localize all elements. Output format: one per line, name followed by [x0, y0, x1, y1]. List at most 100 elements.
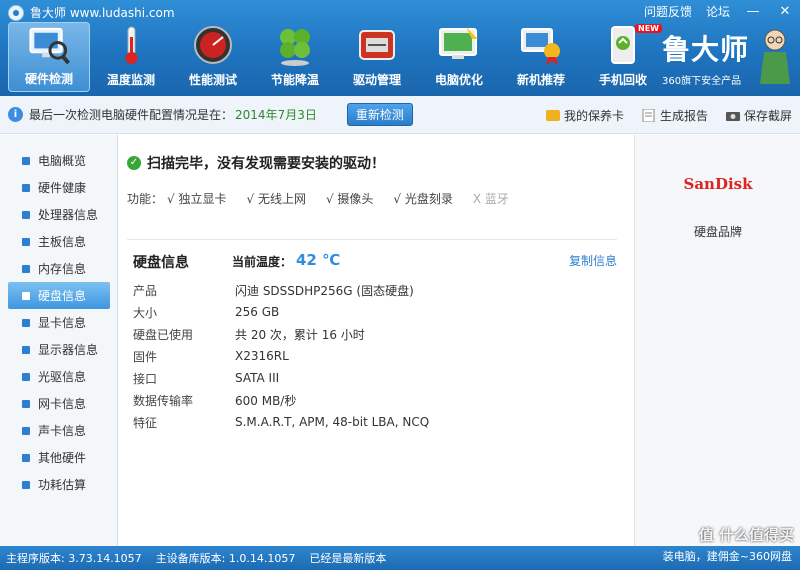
info-row: 产品 闪迪 SDSSDHP256G (固态硬盘) [133, 279, 429, 301]
redetect-button[interactable]: 重新检测 [346, 103, 413, 126]
sidebar-item-label: 光驱信息 [38, 370, 87, 384]
sidebar-item-gpu[interactable]: 显卡信息 [0, 309, 117, 336]
sidebar-item-network[interactable]: 网卡信息 [0, 390, 117, 417]
info-bar: i 最后一次检测电脑硬件配置情况是在： 2014年7月3日 重新检测 我的保养卡… [0, 96, 800, 134]
toolbar-label: 硬件检测 [24, 72, 73, 86]
sidebar-item-display[interactable]: 显示器信息 [0, 336, 117, 363]
maintenance-card-link[interactable]: 我的保养卡 [545, 107, 624, 124]
forum-link[interactable]: 论坛 [706, 3, 730, 20]
info-row: 接口 SATA III [133, 367, 429, 389]
sidebar-item-memory[interactable]: 内存信息 [0, 255, 117, 282]
sidebar-item-label: 内存信息 [38, 262, 87, 276]
main-panel: ✓ 扫描完毕，没有发现需要安装的驱动！ 功能： √ 独立显卡 √ 无线上网 √ … [119, 135, 633, 546]
sidebar-item-disk[interactable]: 硬盘信息 [8, 282, 110, 309]
info-row: 硬盘已使用 共 20 次，累计 16 小时 [133, 323, 429, 345]
info-key: 数据传输率 [133, 393, 194, 408]
info-actions: 我的保养卡 生成报告 保存截屏 [545, 107, 792, 124]
info-value: 闪迪 SDSSDHP256G (固态硬盘) [235, 283, 414, 298]
sidebar-item-cpu[interactable]: 处理器信息 [0, 201, 117, 228]
bullet-icon [22, 291, 30, 300]
close-button[interactable]: ✕ [776, 4, 794, 19]
bullet-icon [22, 345, 30, 354]
monitor-magnifier-icon [29, 27, 71, 65]
sidebar-item-label: 硬盘信息 [38, 289, 87, 303]
toolbar-hardware-detect[interactable]: 硬件检测 [8, 22, 90, 92]
divider [127, 239, 617, 240]
sidebar: 电脑概览 硬件健康 处理器信息 主板信息 内存信息 硬盘信息 显卡信息 显示器信… [0, 135, 118, 546]
info-row: 数据传输率 600 MB/秒 [133, 389, 429, 411]
brand-panel: SanDisk 硬盘品牌 [634, 135, 800, 546]
report-icon [642, 109, 655, 122]
optimize-screen-icon [439, 27, 478, 59]
features-label: 功能： [127, 192, 164, 206]
feedback-link[interactable]: 问题反馈 [644, 3, 692, 20]
sidebar-item-label: 显示器信息 [38, 343, 99, 357]
thermometer-icon [125, 26, 138, 64]
bullet-icon [22, 318, 30, 327]
toolbar-temperature[interactable]: 温度监测 [90, 22, 172, 92]
temperature-label: 当前温度： [232, 255, 293, 269]
bullet-icon [22, 183, 30, 192]
toolbar-label: 手机回收 [598, 73, 647, 87]
info-text: 最后一次检测电脑硬件配置情况是在： [29, 108, 234, 122]
db-version: 主设备库版本: 1.0.14.1057 [155, 552, 296, 565]
bullet-icon [22, 156, 30, 165]
generate-report-link[interactable]: 生成报告 [642, 107, 708, 124]
save-screenshot-link[interactable]: 保存截屏 [725, 107, 792, 124]
sidebar-item-health[interactable]: 硬件健康 [0, 174, 117, 201]
brand-block: 鲁大师 360旗下安全产品 [662, 28, 792, 90]
sidebar-item-label: 电脑概览 [38, 154, 87, 168]
sidebar-item-label: 显卡信息 [38, 316, 87, 330]
info-value: S.M.A.R.T, APM, 48-bit LBA, NCQ [235, 415, 430, 429]
sidebar-item-sound[interactable]: 声卡信息 [0, 417, 117, 444]
feature-item: √ 独立显卡 [167, 192, 227, 206]
minimize-button[interactable]: — [744, 4, 762, 19]
sidebar-item-label: 网卡信息 [38, 397, 87, 411]
scan-status: ✓ 扫描完毕，没有发现需要安装的驱动！ [127, 153, 385, 173]
feature-item: √ 无线上网 [246, 192, 306, 206]
toolbar-optimize[interactable]: 电脑优化 [418, 22, 500, 92]
toolbar-label: 节能降温 [270, 73, 319, 87]
info-value: 256 GB [235, 305, 280, 319]
sidebar-item-optical[interactable]: 光驱信息 [0, 363, 117, 390]
app-title: 鲁大师 www.ludashi.com [8, 4, 175, 21]
info-icon: i [8, 107, 23, 122]
sidebar-item-overview[interactable]: 电脑概览 [0, 147, 117, 174]
toolbar-new-pc[interactable]: 新机推荐 [500, 22, 582, 92]
main-toolbar: 硬件检测 温度监测 性能测试 节能降温 驱动管理 电脑优化 新机推荐 NEW 手… [8, 22, 664, 92]
toolbar-driver[interactable]: 驱动管理 [336, 22, 418, 92]
app-logo-icon [8, 4, 24, 21]
toolbar-label: 温度监测 [106, 73, 155, 87]
info-date: 2014年7月3日 [235, 108, 317, 122]
sidebar-item-power[interactable]: 功耗估算 [0, 471, 117, 498]
info-key: 产品 [133, 283, 158, 298]
copy-info-link[interactable]: 复制信息 [569, 252, 617, 269]
mascot-icon [760, 29, 790, 84]
disk-info-table: 产品 闪迪 SDSSDHP256G (固态硬盘) 大小 256 GB 硬盘已使用 共 … [133, 279, 429, 433]
speedometer-icon [194, 26, 232, 64]
camera-icon [725, 112, 740, 121]
info-value: 600 MB/秒 [235, 393, 297, 408]
bullet-icon [22, 399, 30, 408]
action-label: 生成报告 [659, 109, 708, 123]
feature-item: √ 光盘刻录 [393, 192, 453, 206]
sidebar-item-other[interactable]: 其他硬件 [0, 444, 117, 471]
sidebar-item-label: 声卡信息 [38, 424, 87, 438]
bullet-icon [22, 210, 30, 219]
watermark: 值 什么值得买 [698, 526, 794, 544]
toolbar-phone-recycle[interactable]: NEW 手机回收 [582, 22, 664, 92]
sidebar-item-motherboard[interactable]: 主板信息 [0, 228, 117, 255]
app-title-text: 鲁大师 www.ludashi.com [30, 6, 175, 20]
sandisk-logo: SanDisk [683, 175, 753, 193]
toolbar-label: 驱动管理 [352, 73, 401, 87]
toolbar-energy[interactable]: 节能降温 [254, 22, 336, 92]
bullet-icon [22, 426, 30, 435]
toolbar-label: 电脑优化 [434, 73, 483, 87]
feature-item-disabled: X 蓝牙 [472, 192, 509, 206]
brand-name: 鲁大师 [662, 33, 750, 66]
sidebar-item-label: 功耗估算 [38, 478, 87, 492]
title-toolbar: 鲁大师 www.ludashi.com 问题反馈 论坛 — ✕ 硬件检测 温度监… [0, 0, 800, 96]
info-key: 固件 [133, 349, 158, 364]
toolbar-performance[interactable]: 性能测试 [172, 22, 254, 92]
info-key: 硬盘已使用 [133, 327, 194, 342]
